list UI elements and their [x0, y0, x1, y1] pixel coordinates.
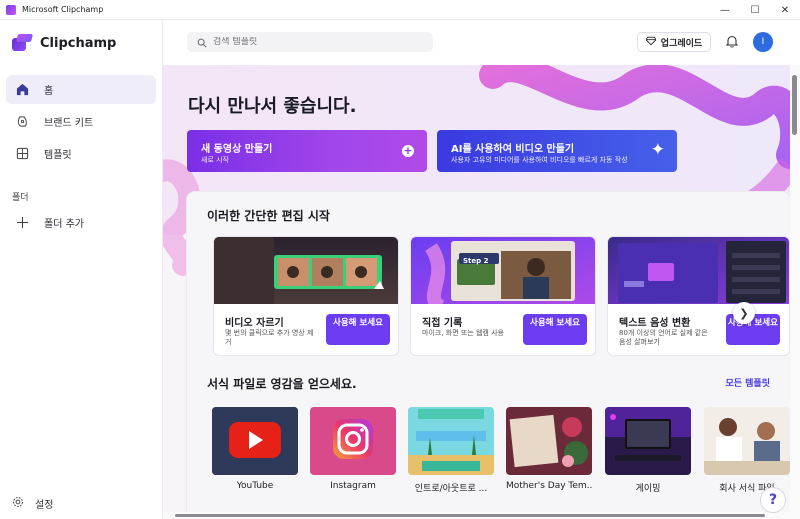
notifications-button[interactable] [724, 34, 740, 50]
clipchamp-logo-icon [12, 34, 34, 52]
template-name: 인트로/아웃트로 ... [414, 484, 488, 494]
gear-icon [12, 496, 24, 511]
try-it-button[interactable]: 사용해 보세요 [523, 314, 587, 345]
quick-card-trim[interactable]: 비디오 자르기 몇 번의 클릭으로 추가 영상 제거 사용해 보세요 [213, 236, 399, 356]
template-thumbnail [310, 407, 396, 475]
quick-card-title: 비디오 자르기 [225, 318, 284, 329]
sparkle-icon: ✦ [650, 140, 665, 160]
templates-icon [15, 147, 29, 161]
upgrade-button[interactable]: 업그레이드 [637, 32, 711, 52]
plus-circle-icon: + [402, 144, 414, 157]
search-input[interactable] [213, 37, 413, 47]
avatar[interactable]: I [753, 32, 773, 52]
vertical-scrollbar[interactable] [790, 65, 800, 512]
all-templates-link[interactable]: 모든 템플릿 [725, 376, 770, 389]
sidebar-item-home[interactable]: 홈 [6, 75, 156, 104]
template-card-instagram[interactable]: Instagram [310, 407, 396, 491]
template-thumbnail [704, 407, 790, 475]
try-it-button[interactable]: 사용해 보세요 [326, 314, 390, 345]
window-title: Microsoft Clipchamp [22, 5, 104, 14]
quick-card-desc: 80개 이상의 언어로 실제 같은 음성 살펴보기 [619, 329, 708, 346]
sidebar-item-label: 템플릿 [44, 150, 72, 161]
search-icon [197, 33, 207, 52]
tts-thumbnail [608, 237, 789, 304]
sidebar-item-label: 브랜드 키트 [44, 118, 94, 129]
plus-icon [15, 216, 29, 230]
main-content: 다시 만나서 좋습니다. 새 동영상 만들기 새로 시작 + AI를 사용하여 … [163, 65, 790, 512]
bell-icon [725, 33, 739, 52]
add-folder-label: 폴더 추가 [44, 219, 84, 230]
close-button[interactable]: ✕ [770, 0, 800, 20]
template-card-mothers-day[interactable]: Mother's Day Tem... [506, 407, 592, 491]
template-name: 게이밍 [635, 484, 661, 494]
horizontal-scrollbar[interactable] [163, 512, 800, 519]
quick-card-title: 텍스트 음성 변환 [619, 318, 691, 329]
step-badge: Step 2 [463, 257, 489, 265]
quick-card-desc: 마이크, 화면 또는 웹캠 사용 [422, 329, 504, 337]
template-card-youtube[interactable]: YouTube [212, 407, 298, 491]
app-icon [6, 4, 16, 15]
template-name: Mother's Day Tem... [506, 481, 592, 491]
templates-heading: 서식 파일로 영감을 얻으세요. [207, 377, 357, 391]
diamond-icon [645, 36, 657, 48]
create-new-video-button[interactable]: 새 동영상 만들기 새로 시작 + [187, 130, 427, 172]
help-button[interactable]: ? [760, 487, 786, 513]
quick-card-desc: 몇 번의 클릭으로 추가 영상 제거 [225, 329, 314, 346]
record-thumbnail: Step 2 [411, 237, 595, 304]
add-folder-button[interactable]: 폴더 추가 [6, 208, 156, 237]
sidebar-item-label: 홈 [44, 86, 54, 97]
maximize-button[interactable]: ☐ [740, 0, 770, 20]
title-bar: Microsoft Clipchamp [0, 0, 800, 20]
folder-heading: 폴더 [12, 193, 29, 203]
settings-label: 설정 [35, 500, 54, 511]
template-thumbnail [212, 407, 298, 475]
template-card-business[interactable]: 회사 서식 파일 [704, 407, 790, 494]
minimize-button[interactable]: — [710, 0, 740, 20]
template-name: YouTube [236, 481, 274, 491]
content-panel: 이러한 간단한 편집 시작 비디오 자르기 몇 번의 클릭으로 추가 영상 제거 [187, 192, 790, 512]
cta-subtitle: 사용자 고유의 미디어를 사용하여 비디오를 빠르게 자동 작성 [451, 156, 628, 164]
template-name: Instagram [330, 481, 376, 491]
brand[interactable]: Clipchamp [12, 34, 116, 52]
template-thumbnail [408, 407, 494, 475]
create-ai-video-button[interactable]: AI를 사용하여 비디오 만들기 사용자 고유의 미디어를 사용하여 비디오를 … [437, 130, 677, 172]
quick-card-title: 직접 기록 [422, 318, 463, 329]
quick-card-tts[interactable]: 텍스트 음성 변환 80개 이상의 언어로 실제 같은 음성 살펴보기 사용해 … [607, 236, 790, 356]
quick-edits-heading: 이러한 간단한 편집 시작 [207, 209, 330, 223]
quick-card-record[interactable]: Step 2 직접 기록 마이크, 화면 또는 웹캠 사용 사용해 보세요 [410, 236, 596, 356]
search-box[interactable] [187, 32, 433, 52]
template-card-gaming[interactable]: 게이밍 [605, 407, 691, 494]
greeting-heading: 다시 만나서 좋습니다. [188, 96, 357, 117]
upgrade-label: 업그레이드 [660, 38, 703, 49]
templates-next-button[interactable]: ❯ [733, 302, 755, 324]
brand-kit-icon [15, 115, 29, 129]
sidebar: Clipchamp 홈 브랜드 키트 템플릿 폴더 폴더 추가 설정 [0, 20, 163, 519]
top-bar: 업그레이드 I [163, 20, 800, 65]
chevron-right-icon: ❯ [739, 306, 749, 320]
cta-title: 새 동영상 만들기 [201, 144, 273, 155]
cta-title: AI를 사용하여 비디오 만들기 [451, 144, 575, 155]
home-icon [15, 83, 29, 97]
template-thumbnail [605, 407, 691, 475]
settings-button[interactable]: 설정 [12, 496, 53, 511]
trim-thumbnail [214, 237, 398, 304]
sidebar-item-templates[interactable]: 템플릿 [6, 139, 156, 168]
template-card-intro-outro[interactable]: 인트로/아웃트로 ... [408, 407, 494, 494]
cta-subtitle: 새로 시작 [201, 156, 229, 164]
brand-name: Clipchamp [40, 35, 117, 51]
sidebar-item-brand-kit[interactable]: 브랜드 키트 [6, 107, 156, 136]
template-thumbnail [506, 407, 592, 475]
